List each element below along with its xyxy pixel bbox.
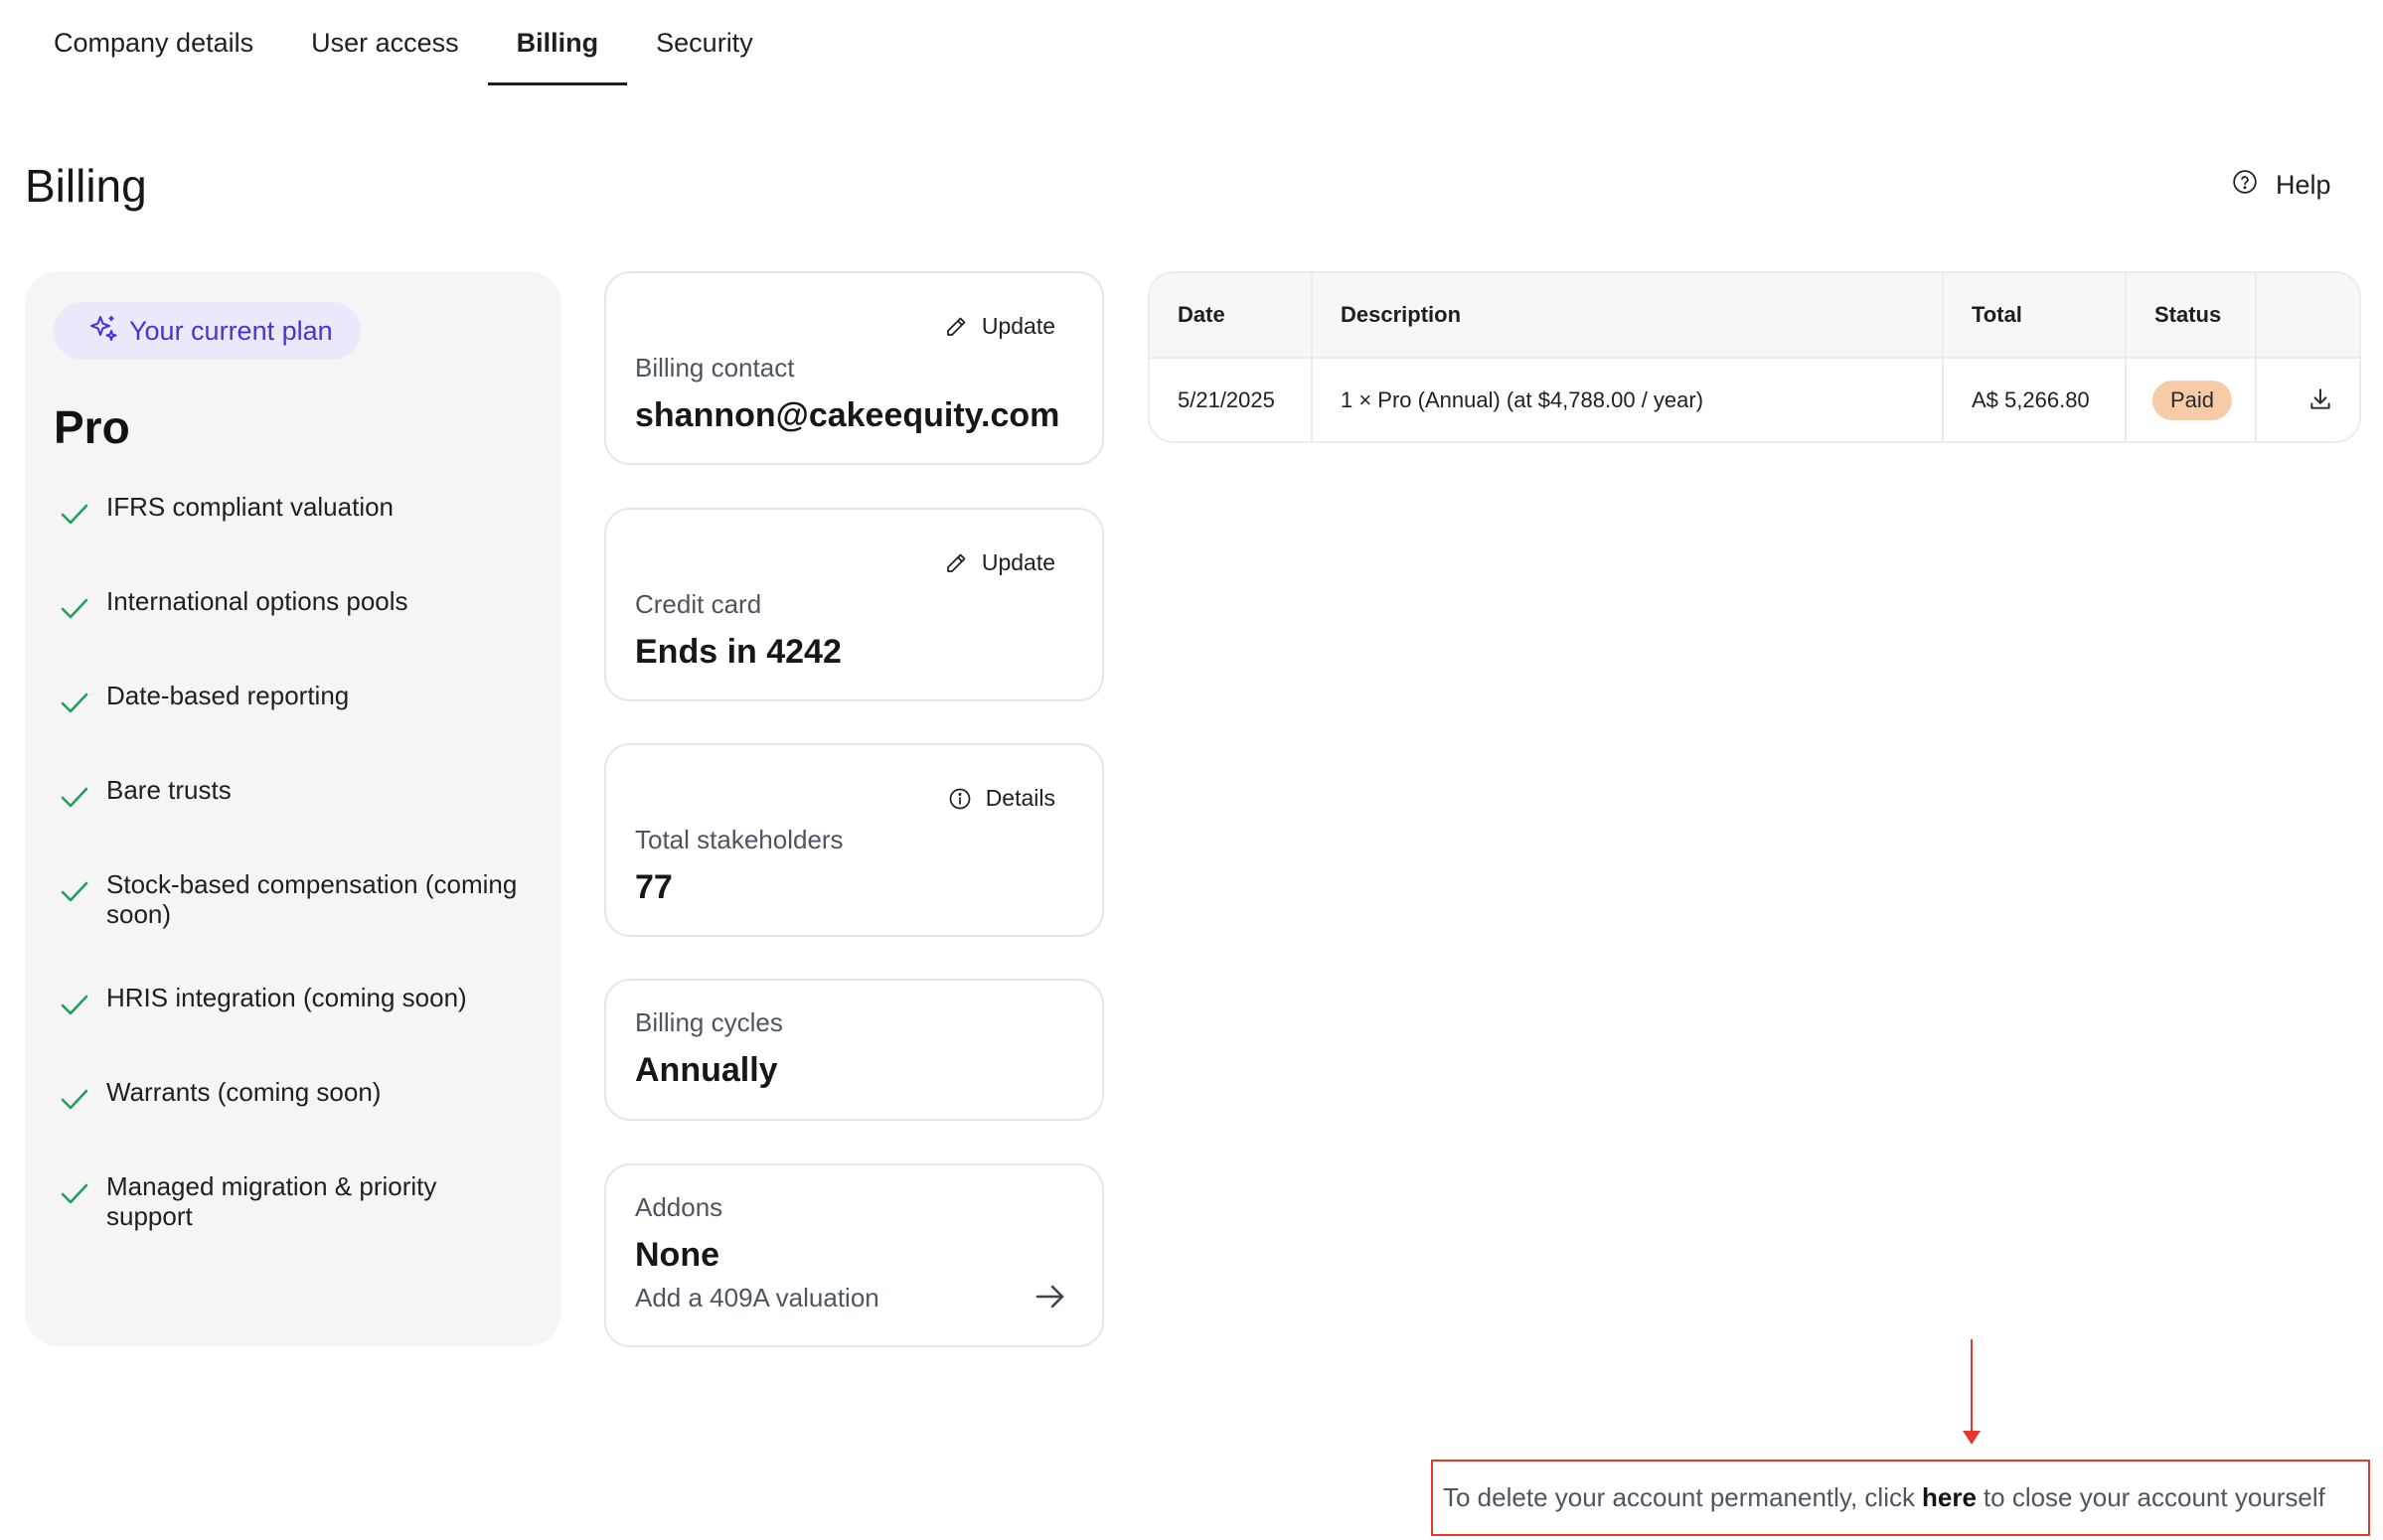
- delete-account-notice: To delete your account permanently, clic…: [1431, 1460, 2370, 1536]
- check-icon: [61, 693, 88, 713]
- billing-contact-value: shannon@cakeequity.com: [635, 396, 1060, 434]
- status-badge: Paid: [2152, 380, 2233, 420]
- tab-security[interactable]: Security: [627, 0, 782, 85]
- delete-notice-text-before: To delete your account permanently, clic…: [1443, 1482, 1915, 1512]
- arrow-right-icon[interactable]: [1033, 1279, 1068, 1314]
- feature-item: HRIS integration (coming soon): [59, 983, 526, 1020]
- feature-text: HRIS integration (coming soon): [106, 983, 467, 1012]
- credit-card-card: Update Credit card Ends in 4242: [604, 508, 1104, 701]
- invoice-total: A$ 5,266.80: [1943, 357, 2127, 441]
- feature-item: IFRS compliant valuation: [59, 492, 526, 530]
- update-credit-card-button[interactable]: Update: [944, 549, 1055, 576]
- update-label: Update: [981, 549, 1055, 575]
- download-icon: [2310, 388, 2330, 409]
- check-icon: [61, 881, 88, 902]
- delete-notice-text-after: to close your account yourself: [1983, 1482, 2325, 1512]
- current-plan-card: Your current plan Pro IFRS compliant val…: [25, 271, 561, 1346]
- feature-text: Date-based reporting: [106, 681, 350, 710]
- help-button[interactable]: Help: [2232, 169, 2331, 202]
- settings-tabs: Company details User access Billing Secu…: [25, 0, 782, 85]
- addons-card: Addons None Add a 409A valuation: [604, 1163, 1104, 1347]
- feature-item: Bare trusts: [59, 775, 526, 813]
- feature-text: Bare trusts: [106, 775, 232, 805]
- plan-features-list: IFRS compliant valuation International o…: [59, 492, 526, 1285]
- feature-text: Managed migration & priority support: [106, 1171, 437, 1231]
- download-invoice-button[interactable]: [2303, 382, 2338, 417]
- check-icon: [61, 995, 88, 1015]
- stakeholders-card: Details Total stakeholders 77: [604, 743, 1104, 937]
- addons-value: None: [635, 1236, 719, 1274]
- question-circle-icon: [2232, 169, 2258, 202]
- invoice-date: 5/21/2025: [1150, 357, 1313, 441]
- column-header-status: Status: [2126, 273, 2257, 358]
- invoice-description: 1 × Pro (Annual) (at $4,788.00 / year): [1312, 357, 1944, 441]
- tab-company-details[interactable]: Company details: [25, 0, 282, 85]
- check-icon: [61, 787, 88, 808]
- feature-text: International options pools: [106, 586, 408, 616]
- check-icon: [61, 598, 88, 619]
- feature-item: International options pools: [59, 586, 526, 624]
- plan-name: Pro: [54, 401, 130, 453]
- credit-card-label: Credit card: [635, 589, 762, 619]
- tab-billing[interactable]: Billing: [487, 0, 628, 85]
- feature-item: Managed migration & priority support: [59, 1171, 526, 1231]
- column-header-total: Total: [1943, 273, 2127, 358]
- addons-label: Addons: [635, 1192, 723, 1222]
- update-billing-contact-button[interactable]: Update: [944, 313, 1055, 340]
- column-header-date: Date: [1150, 273, 1313, 358]
- feature-text: Warrants (coming soon): [106, 1077, 382, 1107]
- billing-contact-card: Update Billing contact shannon@cakeequit…: [604, 271, 1104, 465]
- current-plan-label: Your current plan: [129, 315, 333, 346]
- invoice-actions-cell: [2256, 357, 2359, 441]
- column-header-actions: [2256, 273, 2359, 358]
- table-header-row: Date Description Total Status: [1150, 273, 2359, 358]
- current-plan-badge[interactable]: Your current plan: [54, 302, 361, 360]
- pencil-icon: [946, 553, 966, 572]
- billing-contact-label: Billing contact: [635, 353, 795, 383]
- stakeholders-value: 77: [635, 868, 673, 906]
- annotation-arrow-icon: [1963, 1339, 1981, 1445]
- feature-text: Stock-based compensation (coming soon): [106, 869, 518, 929]
- table-row: 5/21/2025 1 × Pro (Annual) (at $4,788.00…: [1150, 357, 2359, 441]
- billing-cycles-card: Billing cycles Annually: [604, 979, 1104, 1121]
- help-label: Help: [2276, 170, 2331, 200]
- invoice-table: Date Description Total Status 5/21/2025 …: [1148, 271, 2361, 443]
- feature-text: IFRS compliant valuation: [106, 492, 395, 522]
- column-header-description: Description: [1312, 273, 1944, 358]
- tab-user-access[interactable]: User access: [282, 0, 488, 85]
- credit-card-value: Ends in 4242: [635, 633, 842, 671]
- feature-item: Date-based reporting: [59, 681, 526, 718]
- stakeholder-details-button[interactable]: Details: [948, 785, 1055, 812]
- check-icon: [61, 504, 88, 525]
- add-409a-valuation-link[interactable]: Add a 409A valuation: [635, 1283, 879, 1313]
- details-label: Details: [985, 785, 1055, 811]
- pencil-icon: [946, 317, 966, 336]
- check-icon: [61, 1183, 88, 1204]
- billing-cycles-value: Annually: [635, 1051, 778, 1089]
- page-title: Billing: [25, 160, 147, 212]
- feature-item: Stock-based compensation (coming soon): [59, 869, 526, 929]
- close-account-link[interactable]: here: [1922, 1482, 1977, 1513]
- info-circle-icon: [949, 788, 971, 809]
- update-label: Update: [981, 313, 1055, 339]
- invoice-status-cell: Paid: [2126, 357, 2257, 441]
- feature-item: Warrants (coming soon): [59, 1077, 526, 1115]
- billing-cycles-label: Billing cycles: [635, 1007, 783, 1037]
- sparkle-icon: [87, 312, 119, 351]
- check-icon: [61, 1089, 88, 1110]
- stakeholders-label: Total stakeholders: [635, 825, 844, 854]
